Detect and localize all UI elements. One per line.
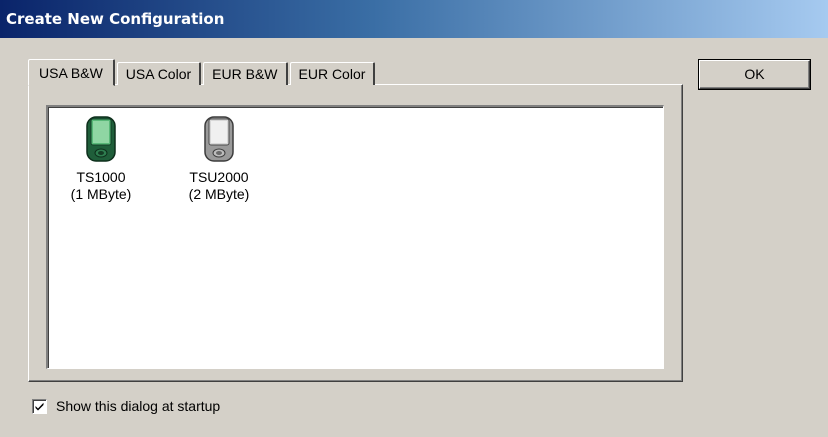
show-at-startup-option[interactable]: Show this dialog at startup — [32, 398, 220, 414]
checkmark-icon — [35, 402, 44, 410]
window-title: Create New Configuration — [6, 10, 225, 28]
tab-usa-color[interactable]: USA Color — [116, 62, 202, 85]
tab-eur-bw[interactable]: EUR B&W — [203, 62, 288, 85]
show-at-startup-label: Show this dialog at startup — [56, 398, 221, 414]
device-item-tsu2000[interactable]: TSU2000 (2 MByte) — [174, 115, 264, 203]
title-bar: Create New Configuration — [0, 0, 828, 38]
device-memory: (1 MByte) — [70, 186, 132, 202]
tab-strip: USA B&W USA Color EUR B&W EUR Color — [28, 58, 377, 86]
device-item-ts1000[interactable]: TS1000 (1 MByte) — [56, 115, 146, 203]
handheld-device-gray-icon — [204, 116, 234, 162]
ok-button[interactable]: OK — [699, 60, 810, 89]
handheld-device-green-icon — [86, 116, 116, 162]
tab-eur-color[interactable]: EUR Color — [289, 62, 376, 85]
device-name: TS1000 — [76, 169, 126, 185]
device-list[interactable]: TS1000 (1 MByte) TSU2000 (2 MByte) — [46, 105, 664, 369]
create-config-dialog: Create New Configuration USA B&W USA Col… — [0, 0, 828, 437]
tab-usa-bw[interactable]: USA B&W — [28, 59, 115, 86]
device-memory: (2 MByte) — [188, 186, 250, 202]
device-name: TSU2000 — [189, 169, 249, 185]
show-at-startup-checkbox[interactable] — [32, 398, 47, 414]
